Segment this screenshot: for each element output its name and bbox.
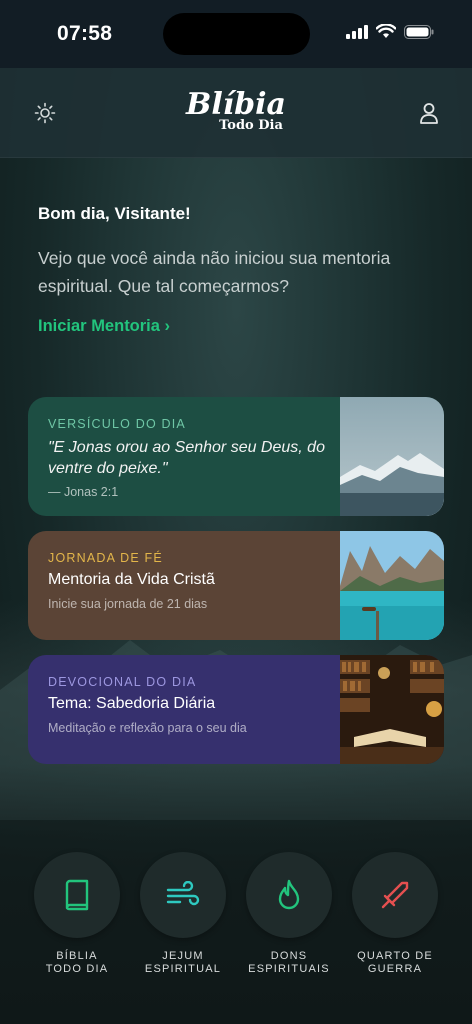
app-logo: Blíbia Todo Dia xyxy=(0,87,472,134)
card-eyebrow: DEVOCIONAL DO DIA xyxy=(48,675,197,689)
wifi-icon xyxy=(376,24,396,38)
greeting-section: Bom dia, Visitante! Vejo que você ainda … xyxy=(38,204,438,300)
mountain-image xyxy=(340,397,444,516)
status-bar: 07:58 xyxy=(0,0,472,68)
dynamic-island xyxy=(163,13,310,55)
start-mentoring-link[interactable]: Iniciar Mentoria › xyxy=(38,317,170,336)
greeting-message: Vejo que você ainda não iniciou sua ment… xyxy=(38,248,391,296)
verse-reference: — Jonas 2:1 xyxy=(48,485,119,499)
nav-label: BÍBLIA TODO DIA xyxy=(45,950,109,975)
nav-item-war-room[interactable]: QUARTO DE GUERRA xyxy=(342,852,448,976)
nav-label: QUARTO DE GUERRA xyxy=(357,950,433,975)
card-title: Tema: Sabedoria Diária xyxy=(48,695,216,712)
devotional-card[interactable]: DEVOCIONAL DO DIA Tema: Sabedoria Diária… xyxy=(28,655,444,764)
nav-item-bible[interactable]: BÍBLIA TODO DIA xyxy=(24,852,130,976)
nav-item-gifts[interactable]: DONS ESPIRITUAIS xyxy=(236,852,342,976)
app-header: Blíbia Todo Dia xyxy=(0,68,472,158)
greeting-title: Bom dia, Visitante! xyxy=(38,204,191,223)
nav-label: JEJUM ESPIRITUAL xyxy=(144,950,222,975)
nav-item-fasting[interactable]: JEJUM ESPIRITUAL xyxy=(130,852,236,976)
user-icon xyxy=(420,103,438,124)
card-subtitle: Inicie sua jornada de 21 dias xyxy=(48,597,208,611)
flame-icon xyxy=(278,879,300,910)
card-subtitle: Meditação e reflexão para o seu dia xyxy=(48,721,247,735)
lake-image xyxy=(340,531,444,640)
logo-title: Blíbia xyxy=(186,87,286,122)
book-icon xyxy=(65,879,89,911)
card-eyebrow: VERSÍCULO DO DIA xyxy=(48,417,186,431)
card-eyebrow: JORNADA DE FÉ xyxy=(48,551,163,565)
nav-label: DONS ESPIRITUAIS xyxy=(248,950,330,975)
faith-journey-card[interactable]: JORNADA DE FÉ Mentoria da Vida Cristã In… xyxy=(28,531,444,640)
profile-button[interactable] xyxy=(416,100,442,126)
signal-icon xyxy=(346,24,368,39)
verse-of-day-card[interactable]: VERSÍCULO DO DIA "E Jonas orou ao Senhor… xyxy=(28,397,444,516)
bottom-nav: BÍBLIA TODO DIA JEJUM ESPIRITUAL DONS ES… xyxy=(0,852,472,982)
library-book-image xyxy=(340,655,444,764)
logo-subtitle: Todo Dia xyxy=(219,118,283,133)
wind-icon xyxy=(166,881,200,906)
status-time: 07:58 xyxy=(57,22,113,45)
verse-quote: "E Jonas orou ao Senhor seu Deus, do ven… xyxy=(48,439,325,477)
sword-icon xyxy=(381,881,409,909)
battery-icon xyxy=(404,24,434,39)
card-title: Mentoria da Vida Cristã xyxy=(48,571,215,588)
